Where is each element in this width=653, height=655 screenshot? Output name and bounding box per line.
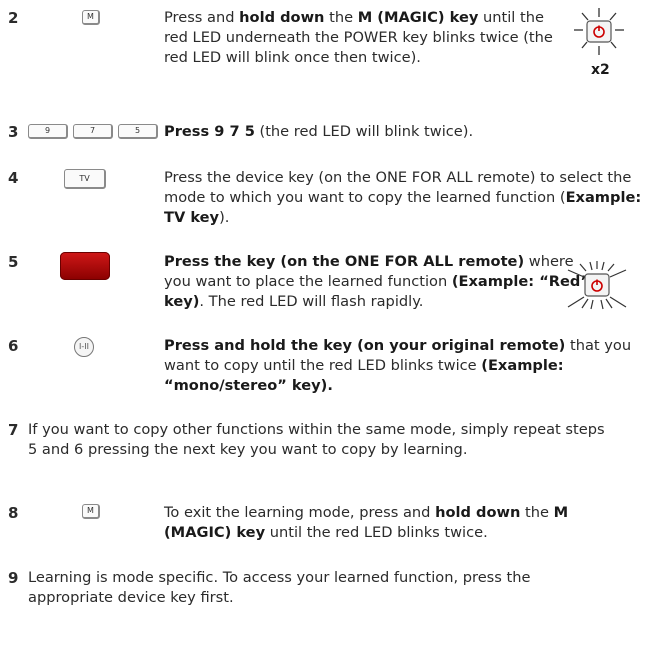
tv-key-icon: TV xyxy=(64,169,106,189)
step-text-span: If you want to copy other functions with… xyxy=(28,421,605,458)
mono-stereo-key-icon: I-II xyxy=(74,337,94,357)
magic-key-icon: M xyxy=(82,10,100,25)
step-number: 4 xyxy=(8,169,19,187)
step-text: If you want to copy other functions with… xyxy=(28,420,608,460)
step-text-span: until the red LED blinks twice. xyxy=(265,524,488,541)
digit-key-icon: 7 xyxy=(73,124,113,139)
step-text: Press the device key (on the ONE FOR ALL… xyxy=(164,168,642,228)
step-text-span: Learning is mode specific. To access you… xyxy=(28,569,531,606)
step-number: 7 xyxy=(8,421,19,439)
red-key-icon xyxy=(60,252,110,280)
step-text-bold: Press the key (on the ONE FOR ALL remote… xyxy=(164,253,525,270)
step-text-bold: hold down xyxy=(435,504,521,521)
step-number: 8 xyxy=(8,504,19,522)
step-text-bold: Press and hold the key (on your original… xyxy=(164,337,566,354)
step-number: 2 xyxy=(8,9,19,27)
step-text-span: the xyxy=(520,504,554,521)
step-text-bold: M (MAGIC) key xyxy=(357,9,479,26)
step-text-span: Press the device key (on the ONE FOR ALL… xyxy=(164,169,632,206)
step-text-span: To exit the learning mode, press and xyxy=(164,504,436,521)
step-text-span: the xyxy=(324,9,358,26)
step-text-bold: Press 9 7 5 xyxy=(164,123,255,140)
power-led-blink-icon xyxy=(574,8,624,55)
step-text-span: ). xyxy=(219,209,230,226)
step-text: Press the key (on the ONE FOR ALL remote… xyxy=(164,252,596,312)
step-number: 5 xyxy=(8,253,19,271)
step-text: To exit the learning mode, press and hol… xyxy=(164,503,604,543)
step-text-span: . The red LED will flash rapidly. xyxy=(199,293,424,310)
step-text: Learning is mode specific. To access you… xyxy=(28,568,608,608)
step-text: Press and hold the key (on your original… xyxy=(164,336,642,396)
step-number: 9 xyxy=(8,569,19,587)
step-number: 3 xyxy=(8,123,19,141)
power-led-flash-icon xyxy=(567,261,627,310)
magic-key-icon: M xyxy=(82,504,100,519)
blink-count-label: x2 xyxy=(591,62,610,78)
step-text-bold: hold down xyxy=(239,9,325,26)
step-text-span: Press and xyxy=(164,9,240,26)
step-text: Press 9 7 5 (the red LED will blink twic… xyxy=(164,122,634,142)
step-number: 6 xyxy=(8,337,19,355)
digit-key-icon: 5 xyxy=(118,124,158,139)
step-text: Press and hold down the M (MAGIC) key un… xyxy=(164,8,569,68)
step-text-span: (the red LED will blink twice). xyxy=(254,123,474,140)
digit-key-icon: 9 xyxy=(28,124,68,139)
